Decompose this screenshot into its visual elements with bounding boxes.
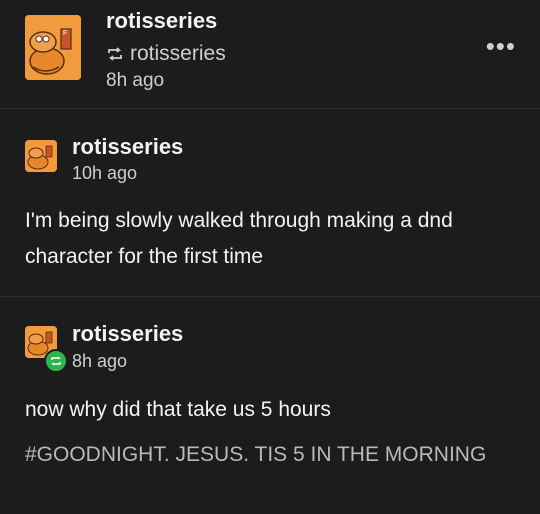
reblogged-from-username: rotisseries bbox=[130, 42, 226, 65]
post-body: now why did that take us 5 hours bbox=[25, 398, 331, 421]
post-username[interactable]: rotisseries bbox=[72, 134, 183, 160]
reblog-badge-icon bbox=[44, 349, 68, 373]
header-timestamp: 8h ago bbox=[106, 70, 165, 91]
cartoon-cat-icon bbox=[25, 140, 57, 172]
post-timestamp: 10h ago bbox=[72, 163, 138, 183]
post-body: I'm being slowly walked through making a… bbox=[25, 209, 453, 268]
cartoon-cat-icon: F bbox=[25, 15, 81, 80]
divider bbox=[0, 108, 540, 109]
post-tags[interactable]: #GOODNIGHT. JESUS. TIS 5 IN THE MORNING bbox=[25, 438, 525, 472]
post-timestamp: 8h ago bbox=[72, 351, 128, 371]
post-username[interactable]: rotisseries bbox=[72, 321, 183, 347]
avatar[interactable]: F bbox=[25, 15, 81, 80]
header-username[interactable]: rotisseries bbox=[106, 8, 217, 34]
reblogged-from[interactable]: rotisseries bbox=[106, 42, 226, 66]
svg-text:F: F bbox=[63, 30, 67, 37]
divider bbox=[0, 296, 540, 297]
avatar[interactable] bbox=[25, 140, 57, 172]
post-header: F rotisseries rotisseries 8h ago ••• bbox=[0, 0, 540, 108]
more-options-icon[interactable]: ••• bbox=[486, 33, 516, 59]
reblog-icon bbox=[108, 47, 122, 61]
